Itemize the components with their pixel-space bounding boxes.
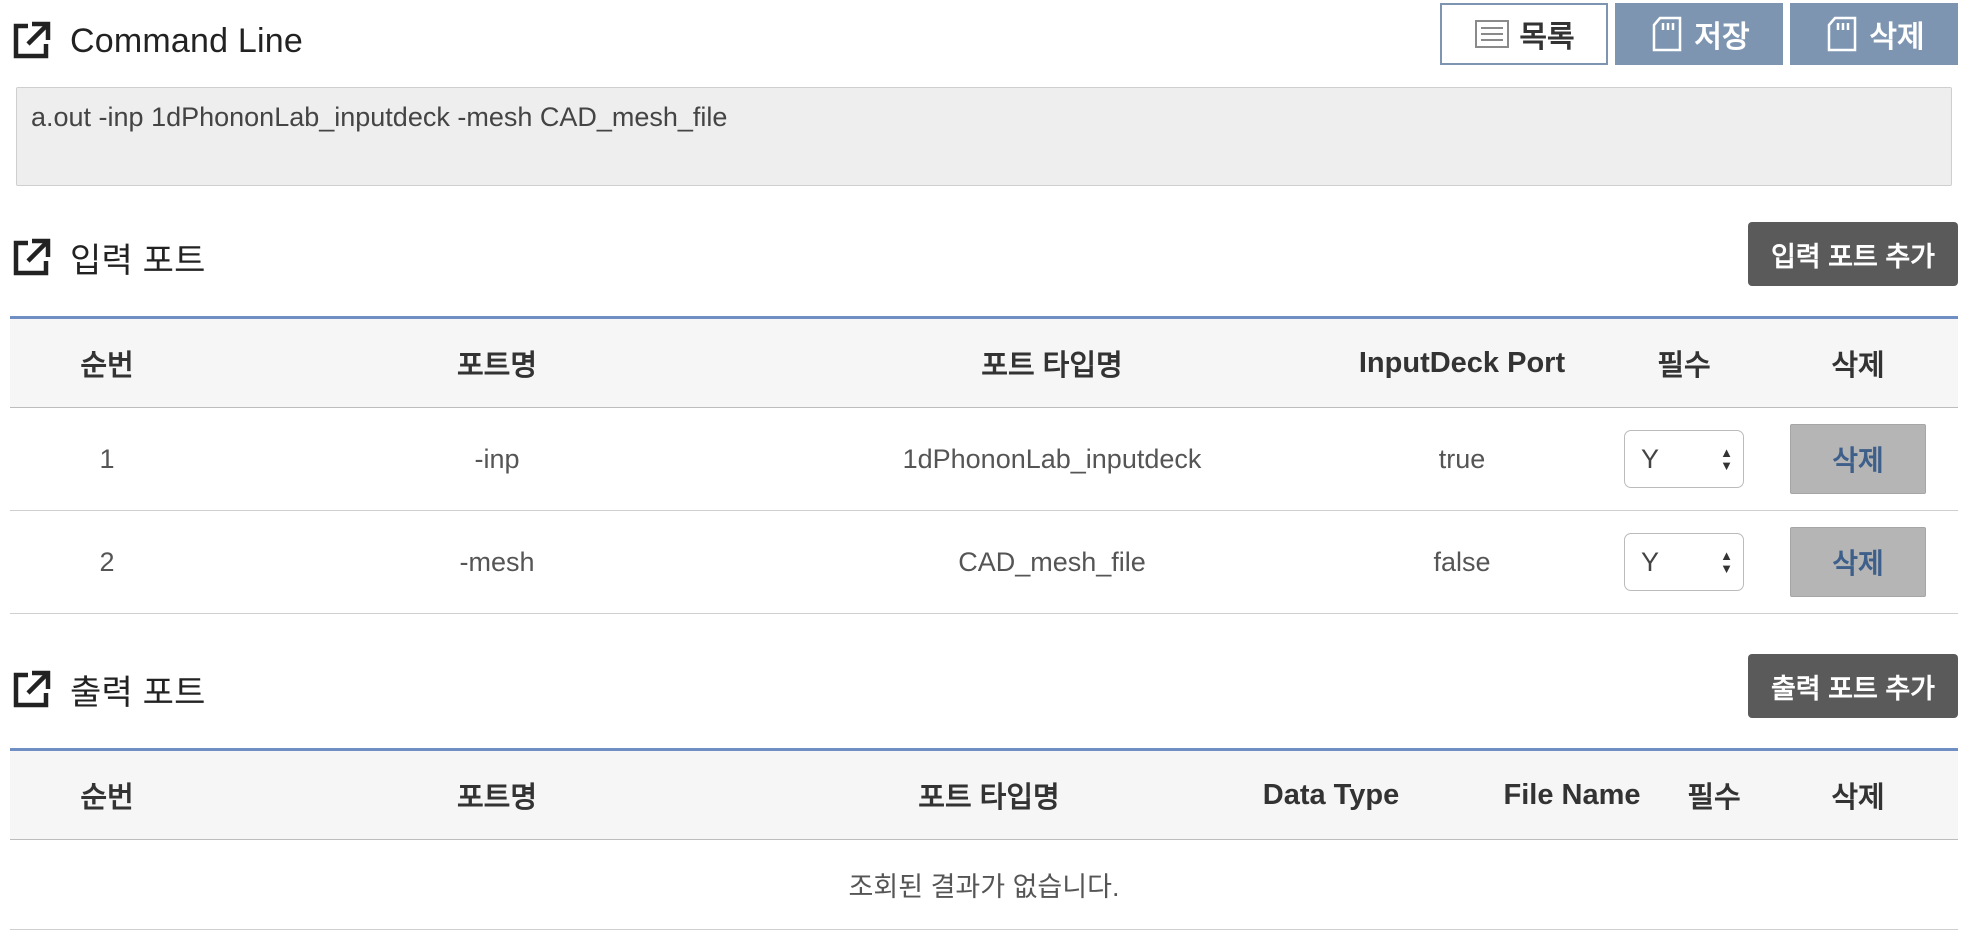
- column-header-file-name: File Name: [1474, 749, 1670, 840]
- output-ports-header: 출력 포트: [10, 665, 206, 714]
- empty-message: 조회된 결과가 없습니다.: [10, 839, 1958, 930]
- cell-required: Y ▲ ▼: [1610, 407, 1758, 511]
- add-input-port-button[interactable]: 입력 포트 추가: [1748, 222, 1958, 286]
- column-header-required: 필수: [1670, 749, 1758, 840]
- row-delete-button[interactable]: 삭제: [1790, 424, 1926, 494]
- list-icon: [1475, 20, 1510, 48]
- column-header-no: 순번: [10, 317, 204, 408]
- empty-row: 조회된 결과가 없습니다.: [10, 839, 1958, 930]
- cell-port-type: 1dPhononLab_inputdeck: [790, 407, 1314, 511]
- cell-port-name: -mesh: [204, 510, 790, 614]
- list-button[interactable]: 목록: [1440, 3, 1608, 65]
- input-ports-table: 순번 포트명 포트 타입명 InputDeck Port 필수 삭제 1 -in…: [10, 316, 1958, 614]
- list-button-label: 목록: [1519, 21, 1575, 54]
- save-button[interactable]: 저장: [1615, 3, 1783, 65]
- table-header-row: 순번 포트명 포트 타입명 Data Type File Name 필수 삭제: [10, 749, 1958, 840]
- cell-delete: 삭제: [1758, 510, 1958, 614]
- updown-arrows-icon: ▲ ▼: [1720, 548, 1733, 576]
- delete-button-label: 삭제: [1869, 21, 1925, 54]
- cell-inputdeck: false: [1314, 510, 1610, 614]
- input-ports-title: 입력 포트: [70, 242, 206, 280]
- table-row: 2 -mesh CAD_mesh_file false Y ▲ ▼ 삭제: [10, 510, 1958, 614]
- command-line-header: Command Line: [10, 20, 303, 62]
- output-ports-table: 순번 포트명 포트 타입명 Data Type File Name 필수 삭제 …: [10, 748, 1958, 930]
- output-ports-title: 출력 포트: [70, 674, 206, 712]
- row-delete-button[interactable]: 삭제: [1790, 527, 1926, 597]
- cell-delete: 삭제: [1758, 407, 1958, 511]
- table-header-row: 순번 포트명 포트 타입명 InputDeck Port 필수 삭제: [10, 317, 1958, 408]
- sd-card-icon: [1653, 16, 1682, 52]
- external-link-icon: [13, 670, 51, 707]
- cell-no: 1: [10, 407, 204, 511]
- required-select-value: Y: [1641, 546, 1660, 577]
- column-header-delete: 삭제: [1758, 317, 1958, 408]
- cell-no: 2: [10, 510, 204, 614]
- table-row: 1 -inp 1dPhononLab_inputdeck true Y ▲ ▼ 삭…: [10, 407, 1958, 511]
- column-header-data-type: Data Type: [1188, 749, 1474, 840]
- cell-port-name: -inp: [204, 407, 790, 511]
- sd-card-icon: [1828, 16, 1857, 52]
- toolbar: 목록 저장 삭제: [1440, 3, 1958, 65]
- cell-inputdeck: true: [1314, 407, 1610, 511]
- save-button-label: 저장: [1694, 21, 1750, 54]
- add-output-port-button[interactable]: 출력 포트 추가: [1748, 654, 1958, 718]
- required-select[interactable]: Y ▲ ▼: [1624, 533, 1744, 591]
- command-line-title: Command Line: [70, 21, 303, 60]
- column-header-port-type: 포트 타입명: [790, 317, 1314, 408]
- column-header-required: 필수: [1610, 317, 1758, 408]
- column-header-port-type: 포트 타입명: [790, 749, 1188, 840]
- page: Command Line 목록 저장 삭제 a.out -inp 1dPhono…: [0, 0, 1964, 948]
- column-header-port-name: 포트명: [204, 317, 790, 408]
- updown-arrows-icon: ▲ ▼: [1720, 445, 1733, 473]
- cell-required: Y ▲ ▼: [1610, 510, 1758, 614]
- required-select[interactable]: Y ▲ ▼: [1624, 430, 1744, 488]
- delete-button[interactable]: 삭제: [1790, 3, 1958, 65]
- column-header-inputdeck: InputDeck Port: [1314, 317, 1610, 408]
- required-select-value: Y: [1641, 443, 1660, 474]
- column-header-delete: 삭제: [1758, 749, 1958, 840]
- cell-port-type: CAD_mesh_file: [790, 510, 1314, 614]
- input-ports-header: 입력 포트: [10, 233, 206, 282]
- external-link-icon: [13, 238, 51, 275]
- external-link-icon: [13, 21, 51, 59]
- column-header-no: 순번: [10, 749, 204, 840]
- command-line-field[interactable]: a.out -inp 1dPhononLab_inputdeck -mesh C…: [16, 87, 1952, 186]
- column-header-port-name: 포트명: [204, 749, 790, 840]
